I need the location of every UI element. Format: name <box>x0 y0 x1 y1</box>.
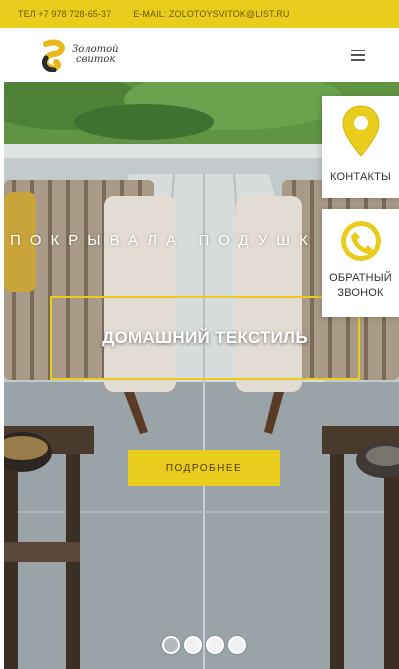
slider-pagination <box>162 636 246 654</box>
hamburger-line <box>351 59 365 61</box>
more-button[interactable]: ПОДРОБНЕЕ <box>128 450 280 486</box>
logo[interactable]: Золотой свиток <box>40 38 119 72</box>
phone-icon <box>340 221 381 261</box>
phone-link[interactable]: ТЕЛ +7 978 728-65-37 <box>18 9 111 19</box>
logo-text: Золотой свиток <box>72 45 119 65</box>
slider-dot[interactable] <box>206 636 224 654</box>
callback-label-line1: ОБРАТНЫЙ <box>329 272 392 284</box>
page: ТЕЛ +7 978 728-65-37 E-MAIL: ZOLOTOYSVIT… <box>0 0 399 669</box>
slider-dot[interactable] <box>228 636 246 654</box>
contacts-label: КОНТАКТЫ <box>330 171 391 183</box>
hero-subtitle: ПОКРЫВАЛА ПОДУШК <box>10 232 317 249</box>
logo-text-line2: свиток <box>76 54 116 65</box>
hamburger-line <box>351 54 365 56</box>
map-pin-icon <box>341 105 380 157</box>
top-info-bar: ТЕЛ +7 978 728-65-37 E-MAIL: ZOLOTOYSVIT… <box>0 0 399 28</box>
contacts-widget[interactable]: КОНТАКТЫ <box>322 96 399 198</box>
site-header: Золотой свиток <box>0 28 399 82</box>
logo-scroll-icon <box>41 39 65 72</box>
menu-hamburger-icon[interactable] <box>351 49 365 61</box>
callback-label-line2: ЗВОНОК <box>337 287 384 299</box>
callback-widget[interactable]: ОБРАТНЫЙ ЗВОНОК <box>322 209 399 317</box>
hamburger-line <box>351 49 365 51</box>
slider-dot[interactable] <box>162 636 180 654</box>
hero-title: ДОМАШНИЙ ТЕКСТИЛЬ <box>102 328 308 347</box>
email-link[interactable]: E-MAIL: ZOLOTOYSVITOK@LIST.RU <box>133 9 289 19</box>
slider-dot[interactable] <box>184 636 202 654</box>
